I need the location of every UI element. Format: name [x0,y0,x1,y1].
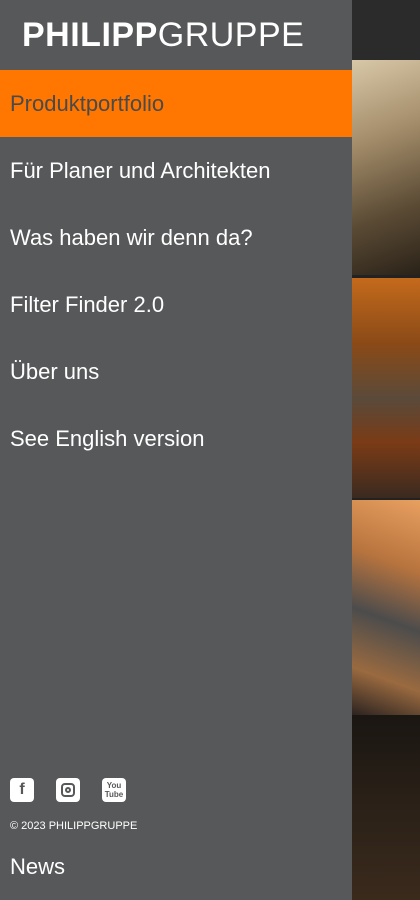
instagram-glyph [61,783,75,797]
menu-item-produktportfolio[interactable]: Produktportfolio [0,70,352,137]
menu-item-english-version[interactable]: See English version [0,405,352,472]
navigation-drawer: PHILIPPGRUPPE Produktportfolio Für Plane… [0,0,352,900]
main-menu: Produktportfolio Für Planer und Architek… [0,70,352,472]
social-links: f You Tube [10,778,126,802]
copyright-text: © 2023 PHILIPPGRUPPE [10,820,138,832]
background-photo [352,715,420,900]
youtube-icon[interactable]: You Tube [102,778,126,802]
facebook-icon[interactable]: f [10,778,34,802]
background-photo [352,500,420,715]
youtube-text-top: You [106,781,122,790]
brand-logo[interactable]: PHILIPPGRUPPE [22,16,304,55]
background-photo [352,278,420,498]
menu-item-filter-finder[interactable]: Filter Finder 2.0 [0,271,352,338]
background-content [352,0,420,900]
news-link[interactable]: News [10,854,65,880]
drawer-header: PHILIPPGRUPPE [0,0,352,70]
menu-item-was-haben-wir[interactable]: Was haben wir denn da? [0,204,352,271]
background-photo [352,60,420,275]
menu-item-ueber-uns[interactable]: Über uns [0,338,352,405]
instagram-icon[interactable] [56,778,80,802]
menu-item-planer-architekten[interactable]: Für Planer und Architekten [0,137,352,204]
youtube-glyph: You Tube [105,781,124,799]
background-header [352,0,420,60]
logo-light-text: GRUPPE [157,16,305,54]
youtube-text-bottom: Tube [104,790,124,799]
logo-bold-text: PHILIPP [22,16,158,54]
facebook-letter: f [19,781,25,798]
